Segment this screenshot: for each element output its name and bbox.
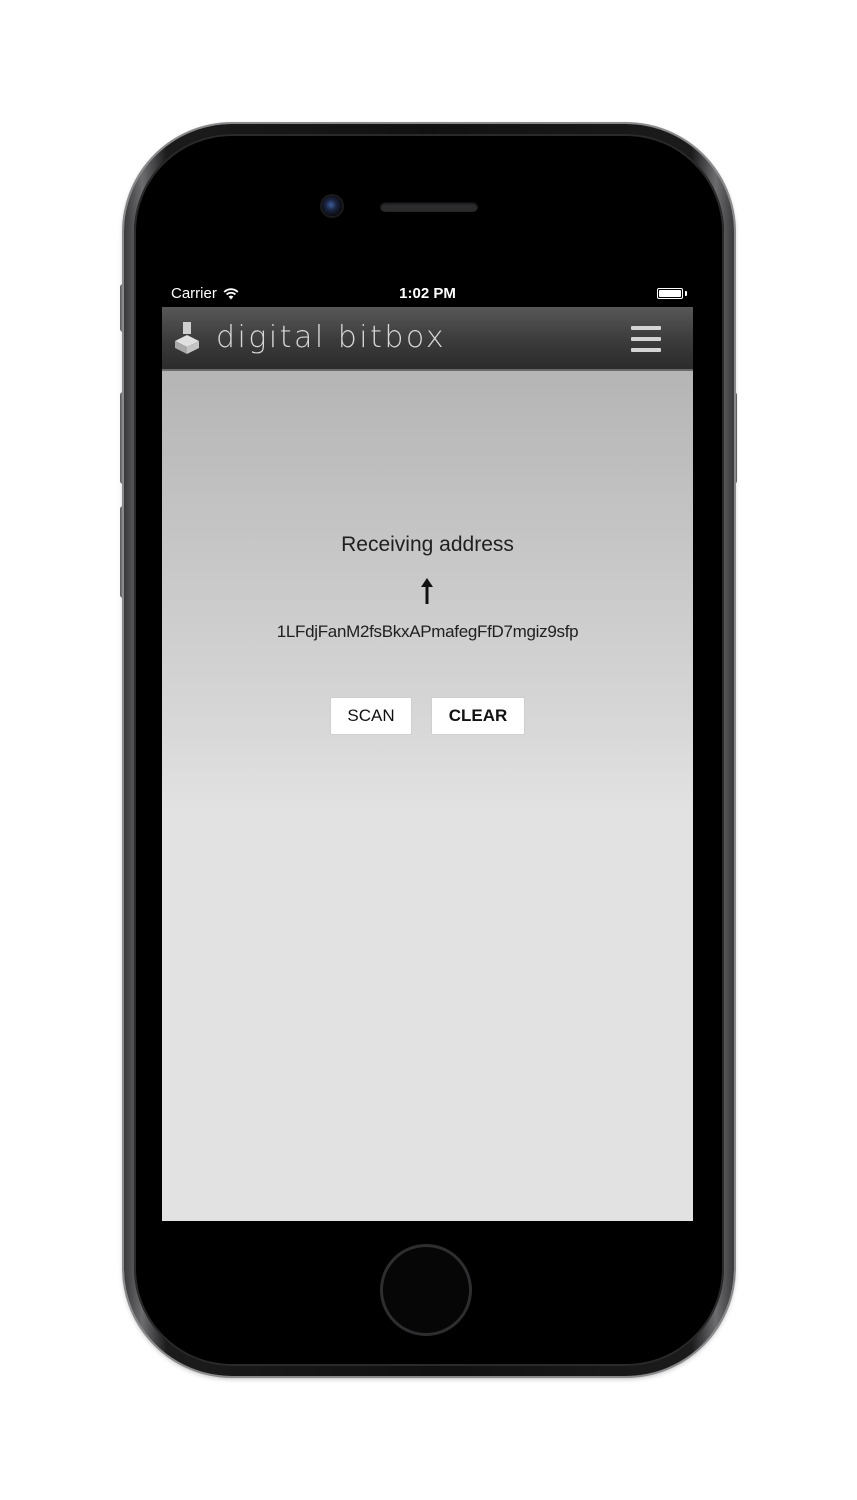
main-content: Receiving address 1LFdjFanM2fsBkxAPmafeg…: [162, 371, 693, 1221]
bitcoin-address: 1LFdjFanM2fsBkxAPmafegFfD7mgiz9sfp: [276, 622, 579, 641]
navbar: digital bitbox: [162, 307, 693, 371]
home-button[interactable]: [380, 1244, 472, 1336]
earpiece-speaker: [380, 202, 478, 212]
battery-icon: [657, 288, 683, 299]
receiving-address-label: Receiving address: [341, 533, 514, 556]
status-time: 1:02 PM: [399, 285, 456, 302]
stage: Carrier 1:02 PM digital bitbox Receiving…: [0, 0, 857, 1500]
brand-logo-text: digital bitbox: [216, 320, 447, 355]
status-bar: Carrier 1:02 PM: [162, 279, 693, 307]
scan-button[interactable]: SCAN: [330, 697, 412, 735]
clear-button[interactable]: CLEAR: [431, 697, 525, 735]
battery-tip: [685, 291, 687, 296]
screen: Carrier 1:02 PM digital bitbox Receiving…: [162, 279, 693, 1221]
bitbox-logo-icon: [175, 322, 199, 354]
front-camera: [322, 196, 342, 216]
hamburger-menu-icon[interactable]: [631, 326, 661, 352]
arrow-up-icon: [421, 578, 433, 604]
